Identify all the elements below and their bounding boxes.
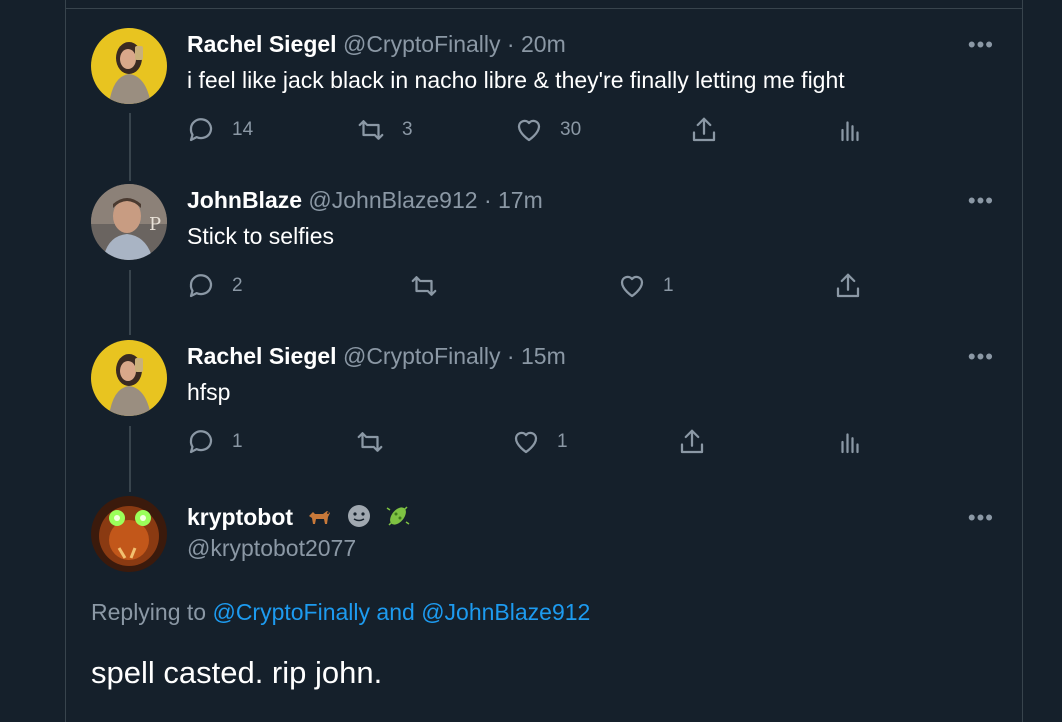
replying-to-line: Replying to @CryptoFinally and @JohnBlaz… [91,599,590,626]
reply-icon [189,118,213,142]
heart-icon [514,431,538,454]
mention-link[interactable]: @CryptoFinally [212,599,370,625]
reply-button[interactable]: 1 [186,427,243,457]
thread-connector [129,270,131,335]
top-divider [66,8,1022,9]
more-options-icon[interactable]: ••• [968,505,994,531]
reply-icon [189,430,213,454]
avatar[interactable] [91,28,167,104]
retweet-button[interactable] [409,271,439,301]
heart-icon [517,119,541,142]
separator-dot: · [483,187,492,213]
separator-dot: · [506,31,515,57]
tweet-text: i feel like jack black in nacho libre & … [187,67,845,93]
user-handle[interactable]: @JohnBlaze912 [308,187,477,213]
display-name[interactable]: Rachel Siegel [187,31,337,57]
timestamp[interactable]: 20m [521,31,566,57]
like-button[interactable]: 1 [511,427,568,457]
tweet-header: kryptobot [187,502,412,536]
heart-icon [620,275,644,298]
share-button[interactable] [689,115,719,145]
display-name[interactable]: JohnBlaze [187,187,302,213]
timestamp[interactable]: 15m [521,343,566,369]
avatar[interactable]: P [91,184,167,260]
display-name[interactable]: Rachel Siegel [187,343,337,369]
dog-emoji-icon [305,504,333,534]
like-count: 30 [560,119,582,140]
thread-connector [129,113,131,181]
tweet-header: Rachel Siegel @CryptoFinally · 20m [187,30,566,58]
display-name[interactable]: kryptobot [187,504,293,530]
reply-button[interactable]: 14 [186,115,253,145]
main-tweet-text: spell casted. rip john. [91,655,383,690]
share-icon [836,273,860,298]
microbe-emoji-icon [384,502,412,536]
share-icon [692,117,716,142]
tweet-header: JohnBlaze @JohnBlaze912 · 17m [187,186,543,214]
user-handle-row: @kryptobot2077 [187,534,356,562]
share-button[interactable] [833,271,863,301]
analytics-button[interactable] [835,115,865,145]
analytics-button[interactable] [835,427,865,457]
avatar[interactable] [91,340,167,416]
timestamp[interactable]: 17m [498,187,543,213]
like-count: 1 [557,431,568,452]
like-count: 1 [663,275,674,296]
retweet-button[interactable] [355,427,385,457]
tweet-text: hfsp [187,379,231,405]
retweet-button[interactable]: 3 [356,115,413,145]
like-button[interactable]: 30 [514,115,581,145]
analytics-icon [841,433,859,454]
reply-count: 14 [232,119,254,140]
avatar[interactable] [91,496,167,572]
thread-connector [129,426,131,492]
tweet-text: Stick to selfies [187,223,334,249]
tweet-column: Rachel Siegel @CryptoFinally · 20m ••• i… [65,0,1023,722]
grey-face-emoji-icon [346,503,372,535]
retweet-icon [358,120,384,140]
tweet-header: Rachel Siegel @CryptoFinally · 15m [187,342,566,370]
user-handle[interactable]: @CryptoFinally [343,343,501,369]
share-icon [680,429,704,454]
retweet-icon [411,276,437,296]
separator-dot: · [506,343,515,369]
user-handle[interactable]: @CryptoFinally [343,31,501,57]
retweet-icon [357,432,383,452]
user-handle[interactable]: @kryptobot2077 [187,535,356,561]
more-options-icon[interactable]: ••• [968,32,994,58]
reply-count: 1 [232,431,243,452]
mention-conjunction[interactable]: and [376,599,414,625]
svg-text:P: P [149,214,161,235]
mention-link[interactable]: @JohnBlaze912 [421,599,590,625]
more-options-icon[interactable]: ••• [968,344,994,370]
like-button[interactable]: 1 [617,271,674,301]
replying-to-label: Replying to [91,599,207,625]
reply-icon [189,274,213,298]
more-options-icon[interactable]: ••• [968,188,994,214]
retweet-count: 3 [402,119,413,140]
reply-count: 2 [232,275,243,296]
analytics-icon [841,121,859,142]
reply-button[interactable]: 2 [186,271,243,301]
share-button[interactable] [677,427,707,457]
